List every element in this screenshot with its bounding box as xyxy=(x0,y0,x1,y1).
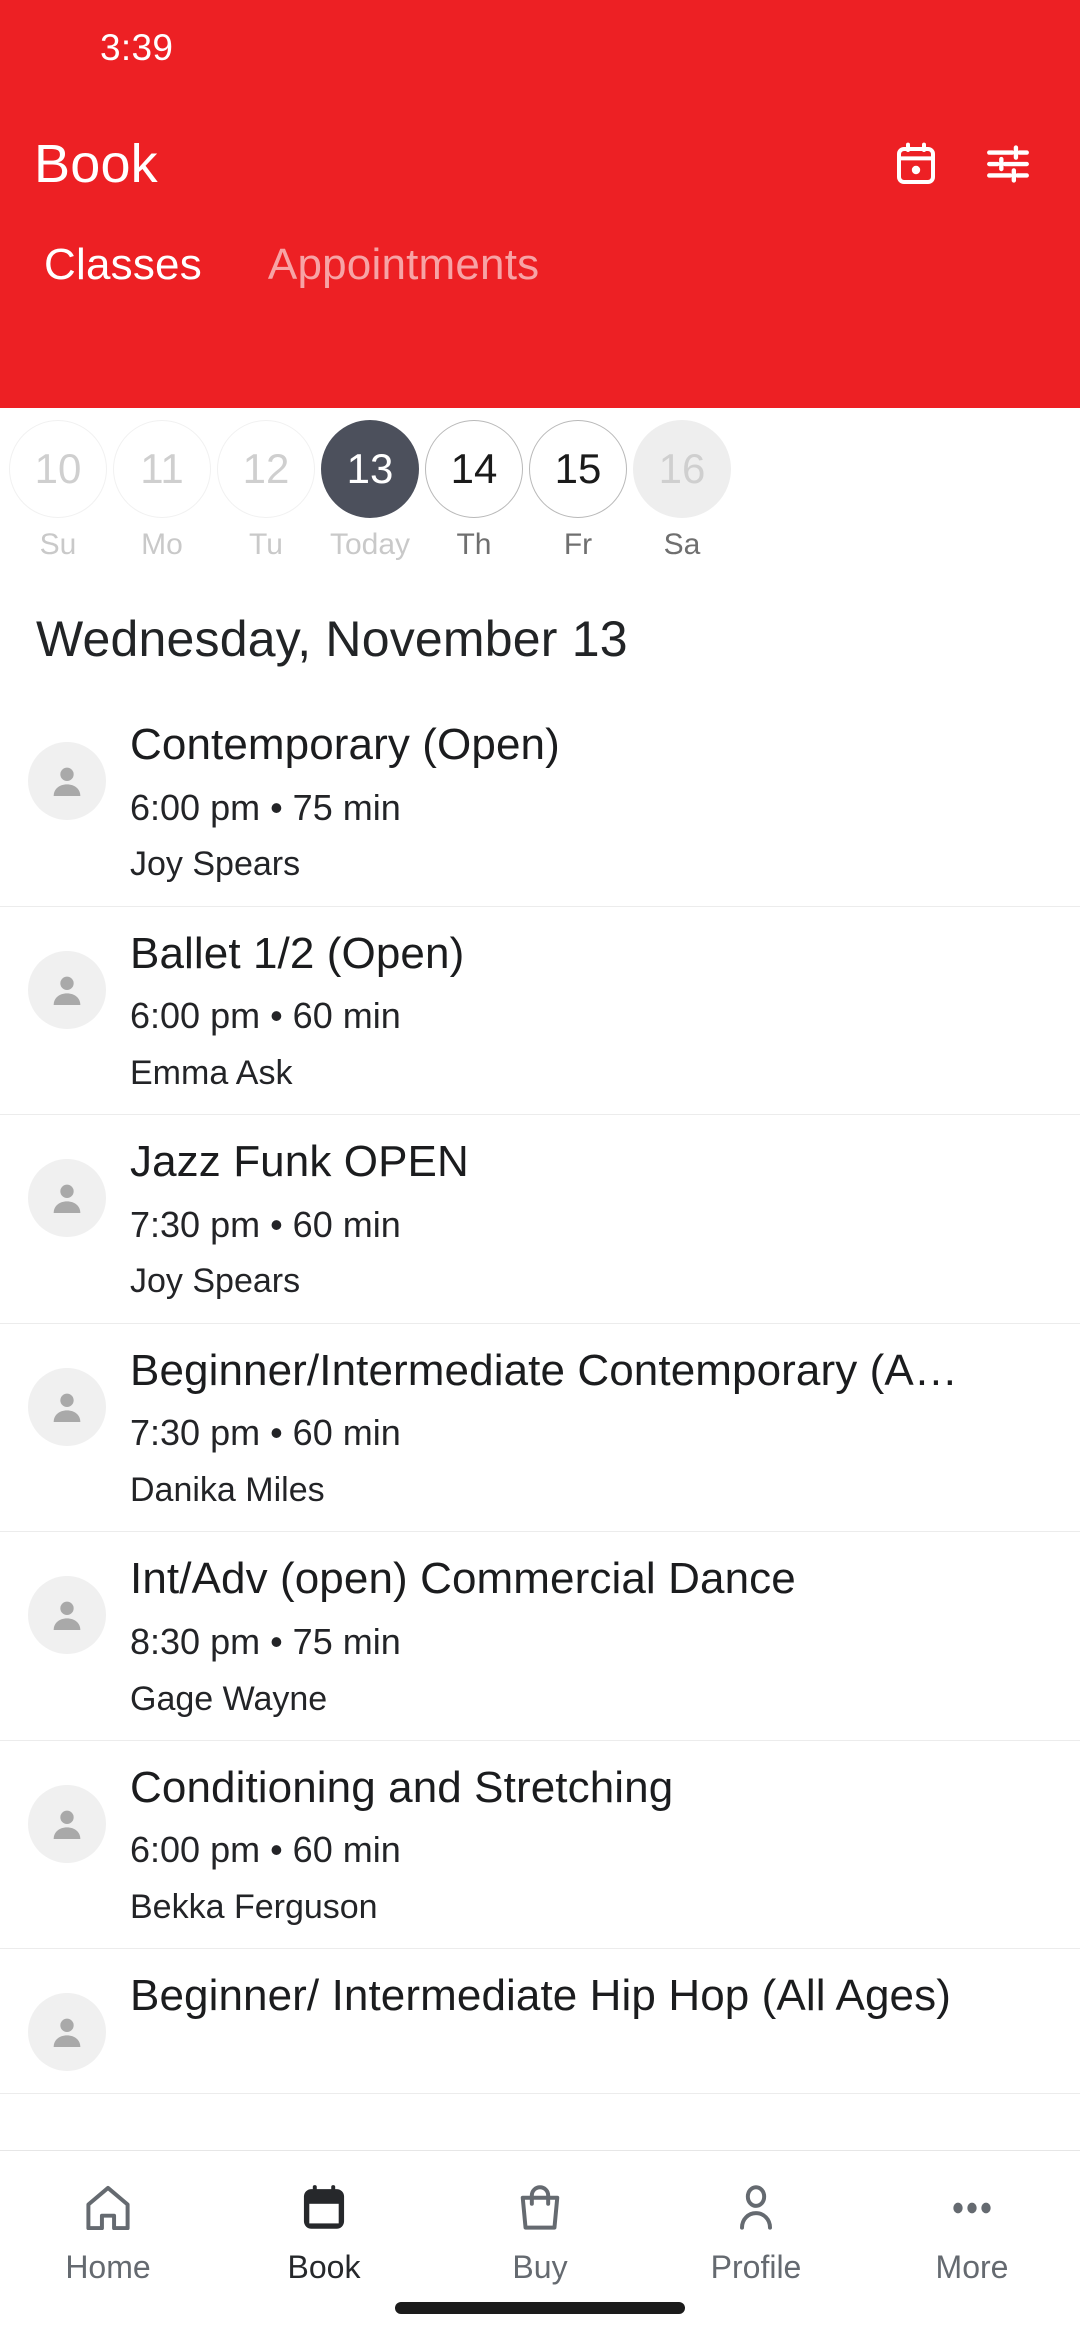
person-avatar-icon xyxy=(28,742,106,820)
date-weekday-label: Sa xyxy=(663,528,701,561)
nav-label: Buy xyxy=(512,2249,568,2285)
date-picker-strip[interactable]: 10 Su 11 Mo 12 Tu 13 Today 14 Th 15 Fr 1… xyxy=(0,408,1080,572)
class-instructor: Joy Spears xyxy=(130,845,301,884)
app-screen: 3:39 Book Classes Appointments 10 Su 11 … xyxy=(0,0,1080,2340)
date-number: 16 xyxy=(633,420,731,518)
person-avatar-icon xyxy=(28,1367,106,1446)
class-time-duration: 6:00 pm • 60 min xyxy=(130,1829,401,1871)
class-name: Beginner/ Intermediate Hip Hop (All Ages… xyxy=(130,1971,951,2021)
class-name: Conditioning and Stretching xyxy=(130,1762,674,1812)
class-time-duration: 7:30 pm • 60 min xyxy=(130,1203,401,1245)
nav-label: Book xyxy=(287,2249,361,2285)
date-weekday-label: Th xyxy=(456,528,492,561)
class-details: Jazz Funk OPEN 7:30 pm • 60 min Joy Spea… xyxy=(130,1137,1056,1301)
date-weekday-label: Tu xyxy=(249,528,283,561)
class-list-item[interactable]: Jazz Funk OPEN 7:30 pm • 60 min Joy Spea… xyxy=(0,1115,1080,1324)
selected-date-heading: Wednesday, November 13 xyxy=(36,611,628,667)
class-name: Int/Adv (open) Commercial Dance xyxy=(130,1554,796,1604)
nav-item-book[interactable]: Book xyxy=(216,2177,432,2283)
app-header: 3:39 Book Classes Appointments xyxy=(0,0,1080,408)
person-avatar-icon xyxy=(28,950,106,1029)
class-list-item[interactable]: Int/Adv (open) Commercial Dance 8:30 pm … xyxy=(0,1532,1080,1741)
tab-classes[interactable]: Classes xyxy=(24,232,222,290)
date-cell-13-today-selected[interactable]: 13 Today xyxy=(318,420,422,560)
ellipsis-icon xyxy=(944,2177,1000,2239)
status-bar: 3:39 xyxy=(0,0,1080,96)
date-cell-10[interactable]: 10 Su xyxy=(6,420,110,560)
class-list[interactable]: Contemporary (Open) 6:00 pm • 75 min Joy… xyxy=(0,698,1080,2150)
date-cell-16[interactable]: 16 Sa xyxy=(630,420,734,560)
date-cell-15[interactable]: 15 Fr xyxy=(526,420,630,560)
nav-label: Home xyxy=(65,2249,151,2285)
class-time-duration: 6:00 pm • 60 min xyxy=(130,995,401,1037)
date-cell-11[interactable]: 11 Mo xyxy=(110,420,214,560)
nav-label: More xyxy=(935,2249,1009,2285)
class-list-item[interactable]: Contemporary (Open) 6:00 pm • 75 min Joy… xyxy=(0,698,1080,907)
tab-appointments[interactable]: Appointments xyxy=(248,232,559,290)
calendar-icon[interactable] xyxy=(888,136,944,192)
header-tabs: Classes Appointments xyxy=(0,232,1080,332)
nav-item-profile[interactable]: Profile xyxy=(648,2177,864,2283)
class-time-duration: 6:00 pm • 75 min xyxy=(130,786,401,828)
date-number: 15 xyxy=(529,420,627,518)
date-weekday-label: Today xyxy=(329,528,411,561)
page-title: Book xyxy=(34,134,158,194)
person-avatar-icon xyxy=(28,1576,106,1655)
class-name: Beginner/Intermediate Contemporary (A… xyxy=(130,1345,958,1395)
class-time-duration: 8:30 pm • 75 min xyxy=(130,1620,401,1662)
class-list-item[interactable]: Conditioning and Stretching 6:00 pm • 60… xyxy=(0,1741,1080,1950)
header-actions xyxy=(888,136,1036,192)
home-indicator xyxy=(395,2302,685,2314)
class-details: Beginner/Intermediate Contemporary (A… 7… xyxy=(130,1346,1056,1510)
person-avatar-icon xyxy=(28,1993,106,2072)
date-weekday-label: Su xyxy=(39,528,77,561)
class-instructor: Gage Wayne xyxy=(130,1679,328,1718)
class-instructor: Bekka Ferguson xyxy=(130,1888,378,1927)
class-details: Contemporary (Open) 6:00 pm • 75 min Joy… xyxy=(130,720,1056,884)
date-weekday-label: Fr xyxy=(563,528,593,561)
class-instructor: Danika Miles xyxy=(130,1470,325,1509)
nav-item-home[interactable]: Home xyxy=(0,2177,216,2283)
date-number: 12 xyxy=(217,420,315,518)
shopping-bag-icon xyxy=(512,2177,568,2239)
nav-item-buy[interactable]: Buy xyxy=(432,2177,648,2283)
date-number: 10 xyxy=(9,420,107,518)
date-number: 14 xyxy=(425,420,523,518)
calendar-filled-icon xyxy=(296,2177,352,2239)
person-avatar-icon xyxy=(28,1159,106,1238)
date-cell-12[interactable]: 12 Tu xyxy=(214,420,318,560)
status-bar-clock: 3:39 xyxy=(100,27,174,68)
date-number: 11 xyxy=(113,420,211,518)
class-details: Beginner/ Intermediate Hip Hop (All Ages… xyxy=(130,1971,1056,2022)
nav-label: Profile xyxy=(710,2249,802,2285)
class-details: Int/Adv (open) Commercial Dance 8:30 pm … xyxy=(130,1554,1056,1718)
house-icon xyxy=(80,2177,136,2239)
class-instructor: Emma Ask xyxy=(130,1053,293,1092)
class-details: Conditioning and Stretching 6:00 pm • 60… xyxy=(130,1763,1056,1927)
class-time-duration: 7:30 pm • 60 min xyxy=(130,1412,401,1454)
class-details: Ballet 1/2 (Open) 6:00 pm • 60 min Emma … xyxy=(130,929,1056,1093)
person-avatar-icon xyxy=(28,1784,106,1863)
class-list-item[interactable]: Ballet 1/2 (Open) 6:00 pm • 60 min Emma … xyxy=(0,907,1080,1116)
class-list-item[interactable]: Beginner/Intermediate Contemporary (A… 7… xyxy=(0,1324,1080,1533)
class-list-item[interactable]: Beginner/ Intermediate Hip Hop (All Ages… xyxy=(0,1949,1080,2095)
title-bar: Book xyxy=(0,96,1080,232)
nav-item-more[interactable]: More xyxy=(864,2177,1080,2283)
class-instructor: Joy Spears xyxy=(130,1262,301,1301)
class-name: Contemporary (Open) xyxy=(130,720,560,769)
date-weekday-label: Mo xyxy=(141,528,183,561)
filter-sliders-icon[interactable] xyxy=(980,136,1036,192)
class-name: Ballet 1/2 (Open) xyxy=(130,928,465,978)
class-name: Jazz Funk OPEN xyxy=(130,1137,469,1187)
date-number: 13 xyxy=(321,420,419,518)
person-icon xyxy=(728,2177,784,2239)
date-cell-14[interactable]: 14 Th xyxy=(422,420,526,560)
